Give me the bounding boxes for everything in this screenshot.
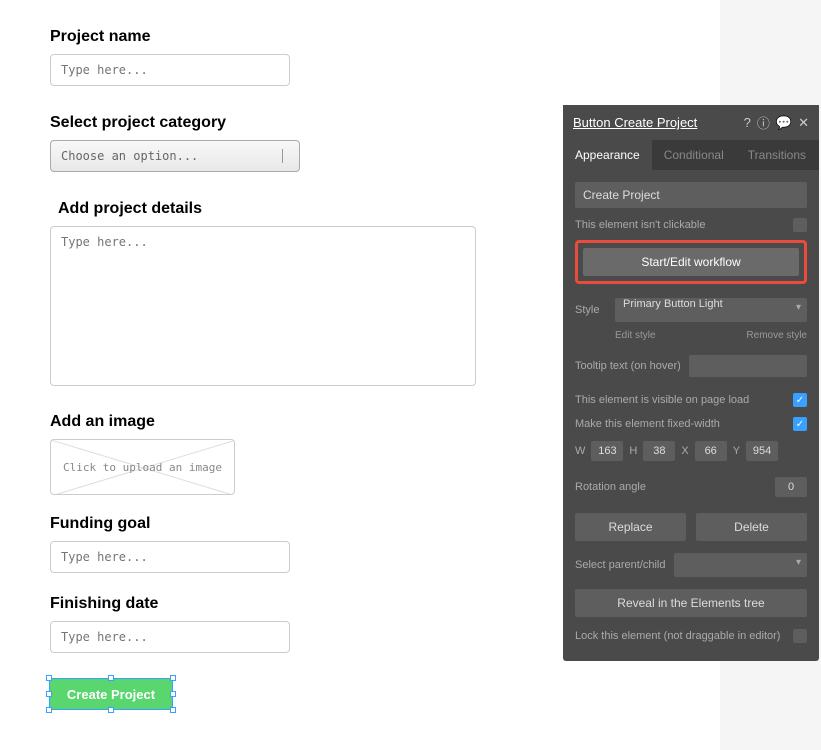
visible-checkbox[interactable]: ✓ xyxy=(793,393,807,407)
rotation-row: Rotation angle xyxy=(575,477,807,497)
dim-h-input[interactable] xyxy=(643,441,675,461)
dim-x-input[interactable] xyxy=(695,441,727,461)
lock-checkbox[interactable] xyxy=(793,629,807,643)
selection-handle[interactable] xyxy=(108,707,114,713)
create-button-selection[interactable]: Create Project xyxy=(50,679,172,709)
selection-handle[interactable] xyxy=(170,707,176,713)
category-placeholder: Choose an option... xyxy=(61,149,198,163)
create-project-button[interactable]: Create Project xyxy=(50,679,172,709)
tooltip-label: Tooltip text (on hover) xyxy=(575,360,681,372)
lock-row: Lock this element (not draggable in edit… xyxy=(575,629,807,649)
start-edit-workflow-button[interactable]: Start/Edit workflow xyxy=(583,248,799,276)
delete-button[interactable]: Delete xyxy=(696,513,807,541)
inspector-header[interactable]: Button Create Project ? ⓘ 💬 ✕ xyxy=(563,105,819,140)
visible-label: This element is visible on page load xyxy=(575,394,749,406)
fixed-width-label: Make this element fixed-width xyxy=(575,418,720,430)
selection-handle[interactable] xyxy=(46,691,52,697)
dim-y-input[interactable] xyxy=(746,441,778,461)
fixed-width-checkbox[interactable]: ✓ xyxy=(793,417,807,431)
tooltip-row: Tooltip text (on hover) xyxy=(575,355,807,377)
info-icon[interactable]: ⓘ xyxy=(757,113,770,132)
finish-date-input[interactable] xyxy=(50,621,290,653)
close-icon[interactable]: ✕ xyxy=(798,115,809,131)
inspector-tabs: Appearance Conditional Transitions xyxy=(563,140,819,170)
visible-row: This element is visible on page load ✓ xyxy=(575,393,807,407)
style-label: Style xyxy=(575,304,607,316)
remove-style-link[interactable]: Remove style xyxy=(746,330,807,341)
replace-button[interactable]: Replace xyxy=(575,513,686,541)
dim-h-label: H xyxy=(629,445,637,457)
style-value: Primary Button Light xyxy=(623,298,723,310)
dim-y-label: Y xyxy=(733,445,740,457)
replace-delete-row: Replace Delete xyxy=(575,513,807,541)
image-upload-text: Click to upload an image xyxy=(63,461,222,474)
dim-w-label: W xyxy=(575,445,585,457)
tab-conditional[interactable]: Conditional xyxy=(652,140,736,170)
funding-input[interactable] xyxy=(50,541,290,573)
reveal-button[interactable]: Reveal in the Elements tree xyxy=(575,589,807,617)
inspector-panel: Button Create Project ? ⓘ 💬 ✕ Appearance… xyxy=(563,105,819,661)
selection-handle[interactable] xyxy=(108,675,114,681)
rotation-input[interactable] xyxy=(775,477,807,497)
parent-select[interactable] xyxy=(674,553,808,577)
workflow-highlight: Start/Edit workflow xyxy=(575,240,807,284)
parent-label: Select parent/child xyxy=(575,559,666,571)
lock-label: Lock this element (not draggable in edit… xyxy=(575,630,780,642)
selection-handle[interactable] xyxy=(170,691,176,697)
comment-icon[interactable]: 💬 xyxy=(776,115,792,131)
image-upload[interactable]: Click to upload an image xyxy=(50,439,235,495)
project-name-label: Project name xyxy=(50,28,670,46)
parent-row: Select parent/child xyxy=(575,553,807,577)
tab-appearance[interactable]: Appearance xyxy=(563,140,652,170)
dimensions-row: W H X Y xyxy=(575,441,807,461)
help-icon[interactable]: ? xyxy=(744,115,751,130)
tab-transitions[interactable]: Transitions xyxy=(736,140,818,170)
selection-handle[interactable] xyxy=(46,707,52,713)
element-label-input[interactable] xyxy=(575,182,807,208)
tooltip-input[interactable] xyxy=(689,355,807,377)
project-name-input[interactable] xyxy=(50,54,290,86)
details-textarea[interactable] xyxy=(50,226,476,386)
inspector-body: This element isn't clickable Start/Edit … xyxy=(563,170,819,661)
not-clickable-text: This element isn't clickable xyxy=(575,219,706,231)
rotation-label: Rotation angle xyxy=(575,481,646,493)
inspector-title[interactable]: Button Create Project xyxy=(573,115,697,130)
not-clickable-box[interactable] xyxy=(793,218,807,232)
dim-x-label: X xyxy=(681,445,688,457)
fixed-width-row: Make this element fixed-width ✓ xyxy=(575,417,807,431)
dim-w-input[interactable] xyxy=(591,441,623,461)
style-select[interactable]: Primary Button Light xyxy=(615,298,807,322)
style-row: Style Primary Button Light xyxy=(575,298,807,322)
selection-handle[interactable] xyxy=(46,675,52,681)
selection-handle[interactable] xyxy=(170,675,176,681)
edit-style-link[interactable]: Edit style xyxy=(615,330,656,341)
category-select[interactable]: Choose an option... xyxy=(50,140,300,172)
not-clickable-row: This element isn't clickable xyxy=(575,218,807,232)
